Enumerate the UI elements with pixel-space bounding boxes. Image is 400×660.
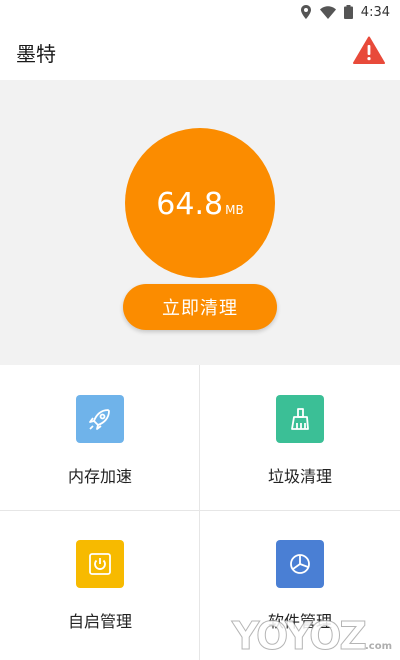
feature-app-manager[interactable]: 软件管理 xyxy=(200,510,400,655)
app-bar: 墨特 xyxy=(0,24,400,80)
feature-memory-boost[interactable]: 内存加速 xyxy=(0,365,200,510)
memory-unit: MB xyxy=(225,203,244,217)
feature-label: 自启管理 xyxy=(67,612,132,631)
feature-junk-clean[interactable]: 垃圾清理 xyxy=(200,365,400,510)
memory-gauge: 64.8 MB xyxy=(125,128,275,278)
clean-now-button[interactable]: 立即清理 xyxy=(123,284,277,330)
feature-label: 内存加速 xyxy=(67,467,132,486)
warning-icon xyxy=(353,36,385,68)
battery-icon xyxy=(343,5,353,19)
power-icon xyxy=(76,540,124,588)
status-bar: 4:34 xyxy=(0,0,400,24)
feature-grid: 内存加速 垃圾清理 自启管理 软件管理 YOYOZ.com xyxy=(0,365,400,660)
pie-chart-icon xyxy=(276,540,324,588)
memory-value: 64.8 xyxy=(156,187,224,222)
feature-label: 软件管理 xyxy=(267,612,332,631)
broom-icon xyxy=(276,395,324,443)
feature-autostart-manager[interactable]: 自启管理 xyxy=(0,510,200,655)
warning-button[interactable] xyxy=(352,35,386,69)
memory-panel: 64.8 MB 立即清理 xyxy=(0,80,400,365)
rocket-icon xyxy=(76,395,124,443)
app-title: 墨特 xyxy=(16,41,56,66)
wifi-icon xyxy=(319,5,336,19)
location-icon xyxy=(300,5,312,19)
status-time: 4:34 xyxy=(360,4,390,20)
feature-label: 垃圾清理 xyxy=(267,467,332,486)
